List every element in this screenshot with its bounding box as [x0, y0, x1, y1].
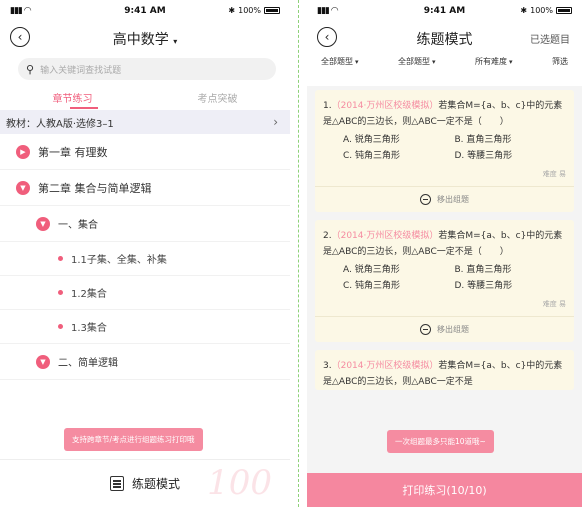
question-number: 1.: [323, 101, 332, 111]
page-title: 高中数学: [112, 32, 169, 48]
score-watermark: 100: [207, 463, 272, 503]
filter-question-type[interactable]: 全部题型 ▾: [321, 56, 359, 74]
subject-selector[interactable]: 高中数学 ▾: [0, 29, 290, 49]
tree-label: 第二章 集合与简单逻辑: [38, 181, 152, 195]
cross-chapter-tooltip: 支持跨章节/考点进行组题练习打印哦: [64, 428, 203, 451]
tree-topic[interactable]: 1.2集合: [0, 276, 290, 310]
option-c: C. 钝角三角形: [343, 281, 401, 291]
tab-key-points[interactable]: 考点突破: [145, 82, 290, 110]
status-bar: ▮▮▮ ◠ 9:41 AM ✱ 100%: [307, 0, 582, 22]
filter-label: 全部题型: [398, 57, 430, 66]
tree-label: 二、简单逻辑: [58, 358, 118, 369]
chevron-down-icon: ▾: [355, 58, 359, 66]
chevron-right-icon: ›: [273, 115, 278, 129]
bluetooth-icon: ✱: [520, 6, 528, 15]
battery-icon: [556, 7, 572, 14]
bullet-dot-icon: [58, 324, 63, 329]
battery-icon: [264, 7, 280, 14]
filter-bar: 全部题型 ▾ 全部题型 ▾ 所有难度 ▾ 筛选: [307, 54, 582, 74]
tree-label: 第一章 有理数: [38, 145, 108, 159]
tree-topic[interactable]: 1.3集合: [0, 310, 290, 344]
question-card[interactable]: 2.（2014·万州区校级模拟）若集合M={a、b、c}中的元素是△ABC的三边…: [315, 220, 574, 342]
selected-questions-link[interactable]: 已选题目: [530, 31, 570, 46]
search-input[interactable]: ⚲ 输入关键词查找试题: [18, 58, 276, 80]
left-screen: ▮▮▮ ◠ 9:41 AM ✱ 100% ‹ 高中数学 ▾ ⚲ 输入关键词查找试…: [0, 0, 290, 507]
bullet-dot-icon: [58, 256, 63, 261]
textbook-label: 教材：人教A版·选修3–1: [6, 118, 114, 130]
practice-mode-label: 练题模式: [131, 477, 180, 491]
caret-down-icon: ▾: [173, 37, 178, 46]
option-c: C. 钝角三角形: [343, 151, 401, 161]
right-screen: ▮▮▮ ◠ 9:41 AM ✱ 100% ‹ 练题模式 已选题目 全部题型 ▾ 全…: [307, 0, 582, 507]
question-text: 3.（2014·万州区校级模拟）若集合M={a、b、c}中的元素是△ABC的三边…: [323, 358, 566, 390]
tree-section[interactable]: ▼ 一、集合: [0, 206, 290, 242]
chevron-down-icon: ▾: [432, 58, 436, 66]
difficulty-label: 难度 易: [542, 170, 566, 178]
option-d: D. 等腰三角形: [454, 281, 513, 291]
tab-chapter-practice[interactable]: 章节练习: [0, 82, 145, 110]
expand-down-icon: ▼: [36, 216, 50, 231]
option-b: B. 直角三角形: [454, 135, 512, 145]
play-icon: ▶: [16, 144, 30, 159]
expand-down-icon: ▼: [36, 354, 50, 369]
remove-label: 移出组题: [437, 194, 469, 204]
limit-tooltip: 一次组题最多只能10道哦~: [387, 430, 494, 453]
tree-section[interactable]: ▼ 二、简单逻辑: [0, 344, 290, 380]
question-source: （2014·万州区校级模拟）: [331, 231, 439, 241]
chevron-down-icon: ▾: [509, 58, 513, 66]
remove-question-button[interactable]: 移出组题: [315, 186, 574, 212]
search-placeholder: 输入关键词查找试题: [40, 65, 122, 76]
question-text: 2.（2014·万州区校级模拟）若集合M={a、b、c}中的元素是△ABC的三边…: [323, 228, 566, 260]
status-bar: ▮▮▮ ◠ 9:41 AM ✱ 100%: [0, 0, 290, 22]
bluetooth-icon: ✱: [228, 6, 236, 15]
tree-label: 1.1子集、全集、补集: [71, 255, 167, 266]
remove-label: 移出组题: [437, 324, 469, 334]
battery-indicator: ✱ 100%: [228, 6, 280, 15]
question-card[interactable]: 1.（2014·万州区校级模拟）若集合M={a、b、c}中的元素是△ABC的三边…: [315, 90, 574, 212]
practice-mode-icon: [109, 476, 124, 491]
tab-bar: 章节练习 考点突破: [0, 82, 290, 110]
difficulty-label: 难度 易: [542, 300, 566, 308]
print-practice-button[interactable]: 打印练习(10/10): [307, 473, 582, 507]
filter-label: 全部题型: [321, 57, 353, 66]
minus-circle-icon: [420, 324, 431, 335]
question-options: A. 锐角三角形 B. 直角三角形 C. 钝角三角形 D. 等腰三角形: [323, 262, 566, 294]
practice-mode-button[interactable]: 练题模式 100: [0, 459, 290, 507]
option-a: A. 锐角三角形: [343, 135, 400, 145]
battery-percent: 100%: [530, 6, 553, 15]
header: ‹ 练题模式 已选题目: [307, 22, 582, 54]
textbook-selector[interactable]: 教材：人教A版·选修3–1 ›: [0, 110, 290, 134]
option-d: D. 等腰三角形: [454, 151, 513, 161]
question-card[interactable]: 3.（2014·万州区校级模拟）若集合M={a、b、c}中的元素是△ABC的三边…: [315, 350, 574, 390]
battery-percent: 100%: [238, 6, 261, 15]
header: ‹ 高中数学 ▾: [0, 22, 290, 54]
screen-divider: [298, 0, 299, 507]
filter-label: 所有难度: [475, 57, 507, 66]
question-number: 3.: [323, 361, 332, 371]
tree-label: 1.2集合: [71, 289, 107, 300]
option-b: B. 直角三角形: [454, 265, 512, 275]
question-options: A. 锐角三角形 B. 直角三角形 C. 钝角三角形 D. 等腰三角形: [323, 132, 566, 164]
battery-indicator: ✱ 100%: [520, 6, 572, 15]
expand-down-icon: ▼: [16, 180, 30, 195]
search-icon: ⚲: [26, 62, 35, 76]
question-text: 1.（2014·万州区校级模拟）若集合M={a、b、c}中的元素是△ABC的三边…: [323, 98, 566, 130]
remove-question-button[interactable]: 移出组题: [315, 316, 574, 342]
active-tab-indicator: [70, 107, 98, 109]
filter-difficulty[interactable]: 所有难度 ▾: [475, 56, 513, 74]
question-number: 2.: [323, 231, 332, 241]
tree-label: 一、集合: [58, 220, 98, 231]
minus-circle-icon: [420, 194, 431, 205]
question-source: （2014·万州区校级模拟）: [331, 101, 439, 111]
tree-chapter[interactable]: ▼ 第二章 集合与简单逻辑: [0, 170, 290, 206]
bullet-dot-icon: [58, 290, 63, 295]
tree-label: 1.3集合: [71, 323, 107, 334]
tree-chapter[interactable]: ▶ 第一章 有理数: [0, 134, 290, 170]
tree-topic[interactable]: 1.1子集、全集、补集: [0, 242, 290, 276]
filter-button[interactable]: 筛选: [552, 56, 568, 74]
question-source: （2014·万州区校级模拟）: [331, 361, 439, 371]
option-a: A. 锐角三角形: [343, 265, 400, 275]
filter-question-type-2[interactable]: 全部题型 ▾: [398, 56, 436, 74]
